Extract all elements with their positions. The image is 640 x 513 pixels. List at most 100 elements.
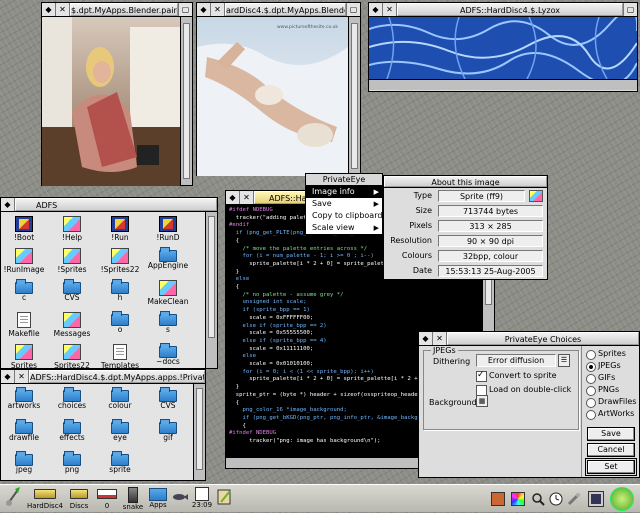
titlebar[interactable]: ◆ ✕ PrivateEye Choices (419, 332, 639, 346)
category-radio-artworks[interactable]: ArtWorks (586, 408, 634, 420)
filer-window-privateeye-c[interactable]: ◆ ✕ ADFS::HardDisc4.$.dpt.MyApps.apps.!P… (0, 369, 206, 481)
menu-popup-icon[interactable]: ☰ (558, 354, 570, 367)
filer-item[interactable]: !Run (97, 216, 143, 246)
back-icon[interactable]: ◆ (419, 332, 433, 345)
filer-item[interactable]: Messages (49, 312, 95, 342)
picture-window-lyzox[interactable]: ◆ ✕ ADFS::HardDisc4.$.Lyzox ▢ (368, 2, 638, 92)
filer-item[interactable]: artworks (1, 387, 47, 418)
titlebar[interactable]: ◆ ✕ $.dpt.MyApps.Blender.pair-32 ▢ (42, 3, 192, 17)
toggle-size-icon[interactable]: ▢ (346, 3, 360, 16)
filer-item[interactable]: sprite (97, 451, 143, 482)
acorn-logo-icon[interactable] (610, 487, 634, 511)
load-on-double-click-checkbox[interactable]: Load on double-click (476, 384, 571, 396)
background-colour-icon[interactable]: ▦ (476, 395, 488, 407)
close-icon[interactable]: ✕ (56, 3, 70, 16)
back-icon[interactable]: ◆ (369, 3, 383, 16)
apps-icon[interactable]: Apps (146, 485, 170, 513)
filer-item[interactable]: effects (49, 419, 95, 450)
privateeye-icon[interactable] (216, 485, 234, 513)
filer-item[interactable]: !Boot (1, 216, 47, 246)
set-button[interactable]: Set (585, 458, 637, 476)
filer-window-root[interactable]: ◆ ADFS !Boot !Help !Run !RunD !RunImage … (0, 197, 218, 370)
category-radio-jpegs[interactable]: JPEGs (586, 360, 621, 372)
window-title[interactable]: ADFS::HardDisc4.$.Lyzox (397, 3, 623, 16)
vertical-scrollbar[interactable] (348, 17, 360, 175)
dithering-field[interactable]: Error diffusion (476, 354, 556, 367)
category-radio-gifs[interactable]: GIFs (586, 372, 615, 384)
task-manager-icon[interactable] (2, 485, 24, 513)
menu-item-scale-view[interactable]: Scale view ▶ (306, 222, 382, 234)
convert-to-sprite-checkbox[interactable]: Convert to sprite (476, 369, 557, 382)
window-title[interactable]: PrivateEye Choices (447, 332, 639, 345)
close-icon[interactable]: ✕ (15, 370, 29, 383)
picture-window-pair32[interactable]: ◆ ✕ $.dpt.MyApps.Blender.pair-32 ▢ (41, 2, 193, 186)
snake-icon[interactable]: snake (122, 485, 144, 513)
close-icon[interactable]: ✕ (383, 3, 397, 16)
privateeye-choices-window[interactable]: ◆ ✕ PrivateEye Choices JPEGs Dithering E… (418, 331, 640, 478)
display-icon[interactable] (588, 491, 604, 507)
titlebar[interactable]: ◆ ADFS (1, 198, 217, 212)
back-icon[interactable]: ◆ (1, 198, 15, 211)
vertical-scrollbar[interactable] (205, 212, 217, 368)
filer-item[interactable]: !Sprites22 (97, 248, 143, 278)
window-title[interactable]: ardDisc4.$.dpt.MyApps.Blender.hue (225, 3, 346, 16)
vertical-scrollbar[interactable] (180, 17, 192, 185)
filer-item[interactable]: !Help (49, 216, 95, 246)
window-title[interactable]: ADFS (15, 198, 217, 211)
key-icon[interactable] (567, 492, 581, 506)
filer-item[interactable]: !Sprites (49, 248, 95, 278)
close-icon[interactable]: ✕ (433, 332, 447, 345)
back-icon[interactable]: ◆ (197, 3, 211, 16)
filer-item[interactable]: !RunD (145, 216, 191, 246)
save-button[interactable]: Save (587, 427, 635, 441)
magnifier-icon[interactable] (531, 492, 545, 506)
discs-icon[interactable]: Discs (66, 485, 92, 513)
menu-item-image-info[interactable]: Image info ▶ (306, 186, 382, 198)
colour-picker-icon[interactable] (511, 492, 525, 506)
fish-icon[interactable] (172, 485, 188, 513)
harddisc-icon[interactable]: HardDisc4 (26, 485, 64, 513)
cancel-button[interactable]: Cancel (587, 443, 635, 457)
filer-item[interactable]: CVS (145, 387, 191, 418)
menu-item-save[interactable]: Save ▶ (306, 198, 382, 210)
toggle-size-icon[interactable]: ▢ (623, 3, 637, 16)
vertical-scrollbar[interactable] (193, 384, 205, 480)
privateeye-context-menu[interactable]: PrivateEye Image info ▶ Save ▶ Copy to cli… (305, 173, 383, 235)
filer-item[interactable]: gif (145, 419, 191, 450)
clock-icon[interactable]: 23:09 (190, 485, 214, 513)
filer-item[interactable]: choices (49, 387, 95, 418)
about-image-dialog[interactable]: About this image Type Sprite (ff9) Size … (383, 175, 548, 280)
titlebar[interactable]: About this image (384, 176, 547, 188)
filer-item[interactable]: Makefile (1, 312, 47, 342)
window-title[interactable]: $.dpt.MyApps.Blender.pair-32 (70, 3, 178, 16)
filer-item[interactable]: eye (97, 419, 143, 450)
filer-item[interactable]: h (97, 279, 143, 310)
category-radio-sprites[interactable]: Sprites (586, 348, 626, 360)
titlebar[interactable]: ◆ ✕ ADFS::HardDisc4.$.Lyzox ▢ (369, 3, 637, 17)
filer-item[interactable]: jpeg (1, 451, 47, 482)
filer-item[interactable]: CVS (49, 279, 95, 310)
filer-item[interactable]: MakeClean (145, 280, 191, 310)
filer-item[interactable]: s (145, 311, 191, 342)
titlebar[interactable]: ◆ ✕ ADFS::HardDisc4.$.dpt.MyApps.apps.!P… (1, 370, 205, 384)
filer-item[interactable]: colour (97, 387, 143, 418)
category-radio-pngs[interactable]: PNGs (586, 384, 619, 396)
toolbox-icon[interactable] (491, 492, 505, 506)
horizontal-scrollbar[interactable] (369, 79, 637, 90)
close-icon[interactable]: ✕ (240, 191, 254, 204)
filer-item[interactable]: c (1, 279, 47, 310)
window-title[interactable]: ADFS::HardDisc4.$.dpt.MyApps.apps.!Priva… (29, 370, 205, 383)
filer-item[interactable]: o (97, 311, 143, 342)
filer-item[interactable]: AppEngine (145, 247, 191, 278)
clock-display-icon[interactable] (549, 492, 563, 506)
filer-item[interactable]: drawfile (1, 419, 47, 450)
filer-item[interactable]: !RunImage (1, 248, 47, 278)
back-icon[interactable]: ◆ (226, 191, 240, 204)
printer-disc-icon[interactable]: 0 (94, 485, 120, 513)
toggle-size-icon[interactable]: ▢ (178, 3, 192, 16)
back-icon[interactable]: ◆ (1, 370, 15, 383)
category-radio-drawfiles[interactable]: DrawFiles (586, 396, 636, 408)
filer-item[interactable]: png (49, 451, 95, 482)
menu-item-copy-to-clipboard[interactable]: Copy to clipboard (306, 210, 382, 222)
back-icon[interactable]: ◆ (42, 3, 56, 16)
